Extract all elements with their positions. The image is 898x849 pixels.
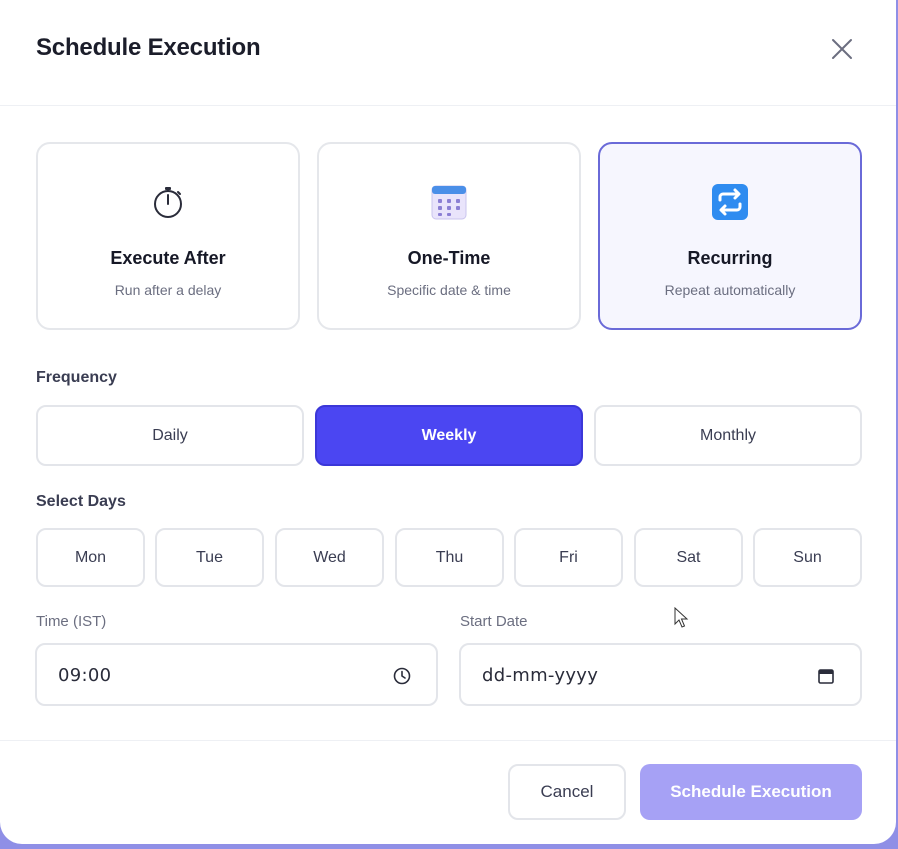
day-button-wed[interactable]: Wed — [275, 528, 384, 587]
schedule-type-subtitle: Run after a delay — [114, 282, 222, 298]
schedule-type-recurring[interactable]: Recurring Repeat automatically — [598, 142, 862, 330]
repeat-icon — [710, 182, 750, 222]
day-button-sat[interactable]: Sat — [634, 528, 743, 587]
day-button-fri[interactable]: Fri — [514, 528, 623, 587]
select-days-label: Select Days — [36, 493, 126, 510]
stopwatch-icon — [148, 182, 188, 222]
frequency-monthly-button[interactable]: Monthly — [594, 405, 862, 466]
mouse-cursor-icon — [674, 607, 689, 628]
schedule-type-title: Execute After — [110, 248, 226, 268]
calendar-small-icon[interactable] — [816, 666, 836, 686]
schedule-type-subtitle: Repeat automatically — [664, 282, 796, 298]
start-date-placeholder: dd-mm-yyyy — [482, 665, 599, 686]
dialog-header: Schedule Execution — [0, 0, 896, 106]
cancel-button[interactable]: Cancel — [508, 764, 626, 820]
day-button-sun[interactable]: Sun — [753, 528, 862, 587]
schedule-type-execute-after[interactable]: Execute After Run after a delay — [36, 142, 300, 330]
calendar-icon — [429, 182, 469, 222]
time-label: Time (IST) — [36, 613, 107, 630]
close-button[interactable] — [826, 33, 858, 65]
start-date-input[interactable]: dd-mm-yyyy — [459, 643, 862, 706]
schedule-type-title: One-Time — [407, 248, 491, 268]
dialog-title: Schedule Execution — [36, 34, 261, 61]
schedule-type-subtitle: Specific date & time — [387, 282, 511, 298]
frequency-weekly-button[interactable]: Weekly — [315, 405, 583, 466]
day-button-thu[interactable]: Thu — [395, 528, 504, 587]
start-date-label: Start Date — [460, 613, 528, 630]
time-value: 09:00 — [58, 665, 112, 686]
day-button-tue[interactable]: Tue — [155, 528, 264, 587]
frequency-daily-button[interactable]: Daily — [36, 405, 304, 466]
schedule-type-title: Recurring — [687, 248, 773, 268]
frequency-label: Frequency — [36, 369, 117, 386]
time-input[interactable]: 09:00 — [35, 643, 438, 706]
schedule-dialog: Schedule Execution Execute After Run aft… — [0, 0, 896, 844]
clock-icon[interactable] — [392, 666, 412, 686]
schedule-execution-button[interactable]: Schedule Execution — [640, 764, 862, 820]
schedule-type-one-time[interactable]: One-Time Specific date & time — [317, 142, 581, 330]
day-button-mon[interactable]: Mon — [36, 528, 145, 587]
close-icon — [832, 39, 852, 59]
